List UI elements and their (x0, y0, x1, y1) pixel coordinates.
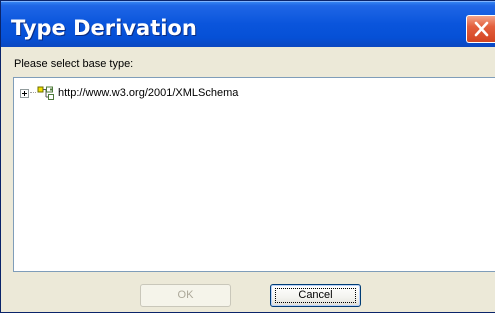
dialog-title: Type Derivation (11, 16, 197, 40)
base-type-tree[interactable]: http://www.w3.org/2001/XMLSchema (13, 77, 495, 272)
ok-button-label: OK (177, 289, 194, 301)
ok-button[interactable]: OK (140, 284, 231, 307)
cancel-button[interactable]: Cancel (270, 284, 361, 307)
schema-namespace-icon (37, 86, 54, 100)
expand-icon[interactable] (20, 89, 29, 98)
close-icon (474, 21, 489, 37)
type-derivation-dialog: Type Derivation Please select base type: (0, 0, 495, 313)
cancel-button-label: Cancel (298, 289, 333, 301)
tree-item-label: http://www.w3.org/2001/XMLSchema (58, 87, 239, 99)
tree-connector (30, 92, 36, 94)
close-button[interactable] (466, 15, 495, 43)
tree-item-xmlschema[interactable]: http://www.w3.org/2001/XMLSchema (20, 86, 238, 100)
base-type-prompt: Please select base type: (14, 58, 134, 70)
title-bar[interactable]: Type Derivation (1, 1, 495, 47)
